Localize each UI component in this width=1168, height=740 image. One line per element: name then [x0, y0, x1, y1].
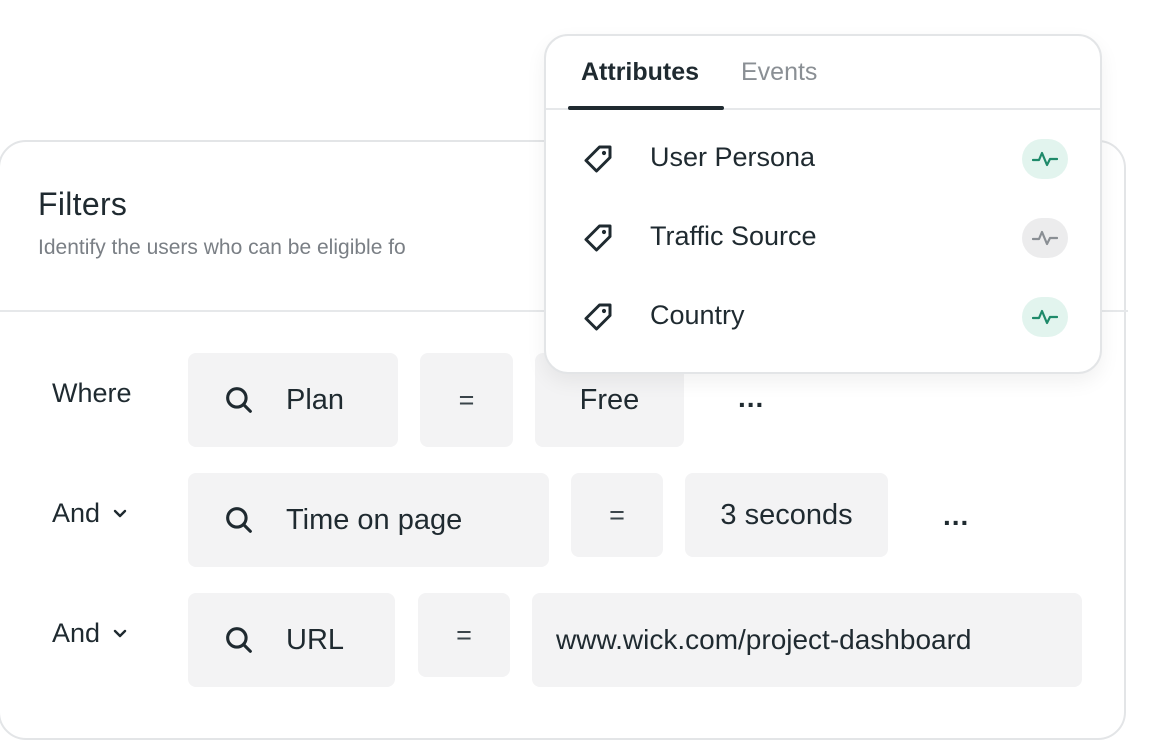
value-text: Free	[579, 383, 640, 416]
operator-text: =	[609, 499, 625, 530]
search-icon	[226, 627, 252, 653]
and-label[interactable]: And	[52, 618, 128, 649]
item-label: Traffic Source	[650, 221, 817, 251]
chevron-down-icon	[113, 629, 127, 637]
row-label-text: And	[52, 618, 101, 648]
field-name: Time on page	[286, 503, 463, 536]
item-label: User Persona	[650, 142, 816, 172]
list-item-traffic-source[interactable]: Traffic Source	[546, 207, 1100, 267]
chevron-down-icon	[113, 509, 127, 517]
tag-icon	[584, 145, 612, 173]
filters-title: Filters	[38, 186, 128, 222]
value-field[interactable]: www.wick.com/project-dashboard	[532, 593, 1082, 687]
tab-events[interactable]: Events	[741, 58, 817, 87]
tag-icon	[584, 224, 612, 252]
operator-selector[interactable]: =	[418, 593, 510, 677]
activity-badge	[1022, 297, 1068, 337]
activity-badge	[1022, 218, 1068, 258]
operator-selector[interactable]: =	[571, 473, 663, 557]
operator-text: =	[458, 384, 475, 415]
operator-selector[interactable]: =	[420, 353, 513, 447]
operator-text: =	[456, 619, 472, 650]
value-text: 3 seconds	[720, 498, 853, 531]
value-field[interactable]: 3 seconds	[685, 473, 888, 557]
row-label-text: And	[52, 498, 101, 528]
row-label-text: Where	[52, 378, 132, 408]
value-text: www.wick.com/project-dashboard	[556, 624, 972, 655]
field-name: URL	[286, 623, 345, 656]
activity-icon	[1032, 309, 1058, 325]
and-label[interactable]: And	[52, 498, 128, 529]
where-label: Where	[52, 378, 132, 409]
field-selector-time-on-page[interactable]: Time on page	[188, 473, 549, 567]
field-selector-url[interactable]: URL	[188, 593, 395, 687]
active-tab-indicator	[568, 106, 724, 110]
tag-icon	[584, 303, 612, 331]
field-name: Plan	[286, 383, 345, 416]
tab-bar: Attributes Events	[546, 36, 1100, 110]
attribute-picker-dropdown: Attributes Events User Persona Traffic S…	[544, 34, 1102, 374]
item-label: Country	[650, 300, 745, 330]
more-options-button[interactable]: ...	[943, 502, 969, 530]
activity-icon	[1032, 151, 1058, 167]
filters-subtitle: Identify the users who can be eligible f…	[38, 236, 406, 259]
activity-badge	[1022, 139, 1068, 179]
list-item-country[interactable]: Country	[546, 286, 1100, 346]
tab-attributes[interactable]: Attributes	[581, 58, 699, 87]
more-options-button[interactable]: ...	[738, 384, 764, 412]
activity-icon	[1032, 230, 1058, 246]
field-selector-plan[interactable]: Plan	[188, 353, 398, 447]
search-icon	[226, 507, 252, 533]
search-icon	[226, 387, 252, 413]
list-item-user-persona[interactable]: User Persona	[546, 128, 1100, 188]
